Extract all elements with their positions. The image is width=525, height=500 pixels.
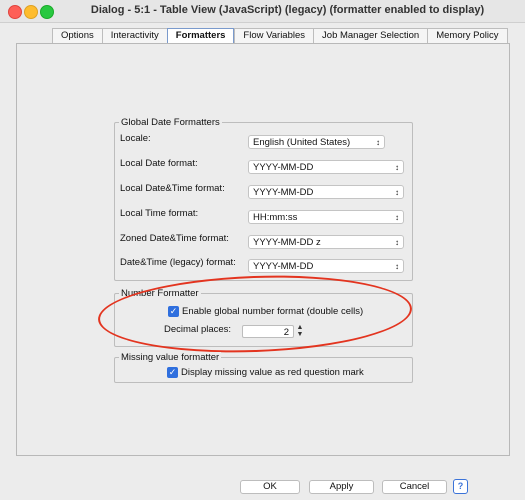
tab-interactivity[interactable]: Interactivity	[101, 28, 167, 44]
local-datetime-format-select[interactable]: YYYY-MM-DD ↕	[248, 185, 404, 199]
tab-flow-variables[interactable]: Flow Variables	[234, 28, 314, 44]
cancel-button[interactable]: Cancel	[382, 480, 447, 494]
chevron-updown-icon: ↕	[395, 238, 399, 247]
chevron-updown-icon: ↕	[395, 262, 399, 271]
title-bar: Dialog - 5:1 - Table View (JavaScript) (…	[0, 0, 525, 23]
local-time-format-select[interactable]: HH:mm:ss ↕	[248, 210, 404, 224]
zoned-datetime-format-value: YYYY-MM-DD z	[253, 237, 321, 248]
local-datetime-format-label: Local Date&Time format:	[120, 183, 225, 194]
chevron-updown-icon: ↕	[376, 138, 380, 147]
legacy-datetime-format-select[interactable]: YYYY-MM-DD ↕	[248, 259, 404, 273]
tab-memory-policy[interactable]: Memory Policy	[427, 28, 508, 44]
maximize-window-button[interactable]	[40, 5, 54, 19]
locale-label: Locale:	[120, 133, 151, 144]
tab-formatters[interactable]: Formatters	[166, 28, 235, 44]
local-date-format-select[interactable]: YYYY-MM-DD ↕	[248, 160, 404, 174]
local-date-format-value: YYYY-MM-DD	[253, 162, 314, 173]
tab-job-manager-selection[interactable]: Job Manager Selection	[313, 28, 428, 44]
ok-button[interactable]: OK	[240, 480, 300, 494]
apply-button[interactable]: Apply	[309, 480, 374, 494]
legacy-datetime-format-value: YYYY-MM-DD	[253, 261, 314, 272]
minimize-window-button[interactable]	[24, 5, 38, 19]
local-date-format-label: Local Date format:	[120, 158, 198, 169]
chevron-updown-icon: ↕	[395, 163, 399, 172]
tab-options[interactable]: Options	[52, 28, 102, 44]
zoned-datetime-format-select[interactable]: YYYY-MM-DD z ↕	[248, 235, 404, 249]
chevron-updown-icon: ↕	[395, 213, 399, 222]
display-missing-value-checkbox[interactable]: ✓	[167, 367, 178, 378]
legacy-datetime-format-label: Date&Time (legacy) format:	[120, 257, 236, 268]
local-datetime-format-value: YYYY-MM-DD	[253, 187, 314, 198]
close-window-button[interactable]	[8, 5, 22, 19]
date-formatters-title: Global Date Formatters	[119, 117, 222, 128]
tab-bar: Options Interactivity Formatters Flow Va…	[52, 28, 508, 44]
local-time-format-value: HH:mm:ss	[253, 212, 298, 223]
help-button[interactable]: ?	[453, 479, 468, 494]
local-time-format-label: Local Time format:	[120, 208, 199, 219]
chevron-updown-icon: ↕	[395, 188, 399, 197]
window-title: Dialog - 5:1 - Table View (JavaScript) (…	[90, 4, 485, 16]
locale-value: English (United States)	[253, 137, 351, 148]
missing-value-formatter-title: Missing value formatter	[119, 352, 222, 363]
checkmark-icon: ✓	[168, 367, 177, 377]
display-missing-value-label: Display missing value as red question ma…	[181, 367, 364, 378]
zoned-datetime-format-label: Zoned Date&Time format:	[120, 233, 229, 244]
locale-select[interactable]: English (United States) ↕	[248, 135, 385, 149]
